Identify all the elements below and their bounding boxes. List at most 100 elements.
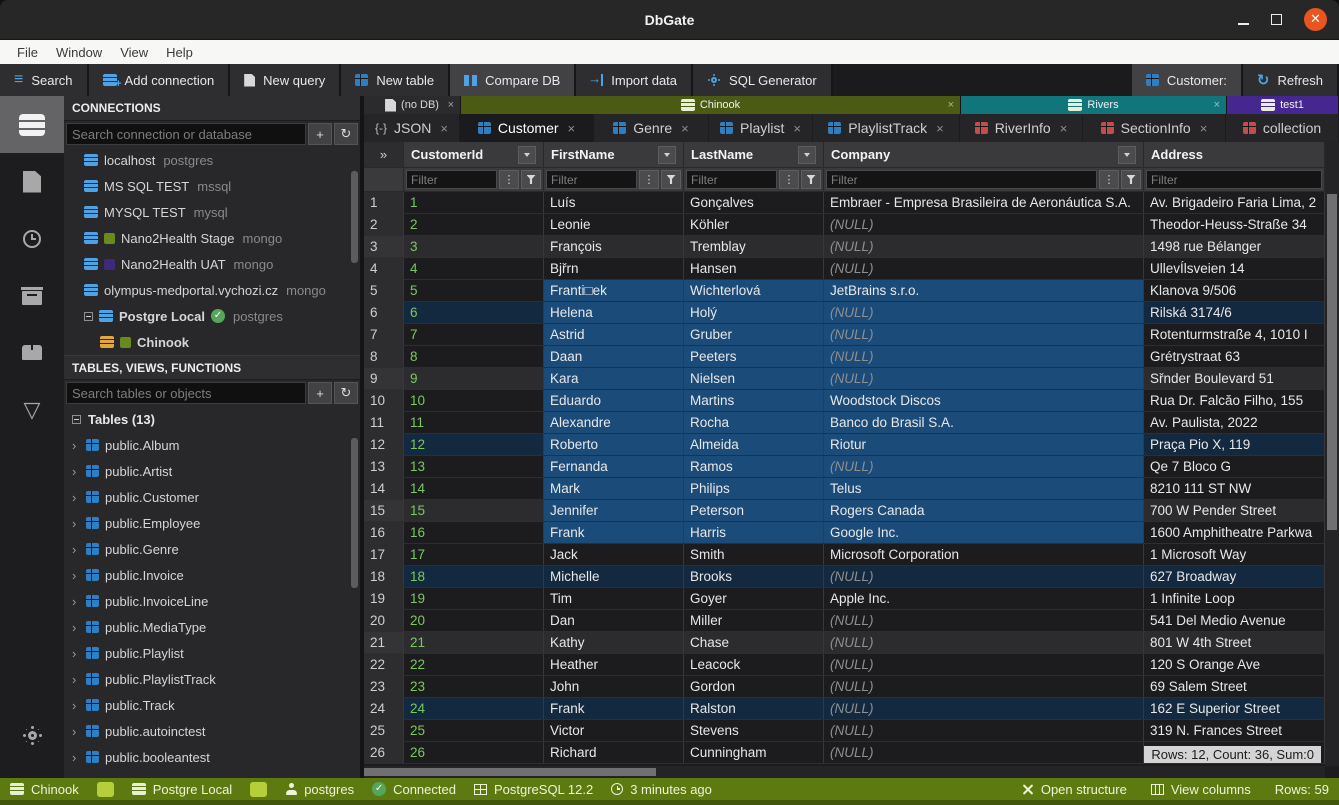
table-item[interactable]: › public.autoinctest xyxy=(64,718,360,744)
close-tab-icon[interactable]: × xyxy=(1060,121,1068,136)
vertical-scrollbar[interactable] xyxy=(1325,142,1339,766)
tab[interactable]: Genre × xyxy=(594,114,709,142)
cell-address[interactable]: 627 Broadway xyxy=(1144,566,1325,587)
row-number[interactable]: 6 xyxy=(364,302,404,323)
connection-item[interactable]: localhost postgres xyxy=(64,147,360,173)
cell-firstname[interactable]: John xyxy=(544,676,684,697)
row-number[interactable]: 17 xyxy=(364,544,404,565)
cell-customerid[interactable]: 22 xyxy=(404,654,544,675)
statusbar-item[interactable] xyxy=(97,782,114,797)
activity-bar-item[interactable] xyxy=(0,153,64,210)
cell-lastname[interactable]: Peterson xyxy=(684,500,824,521)
close-tab-icon[interactable]: × xyxy=(440,121,448,136)
activity-bar-item[interactable] xyxy=(0,210,64,267)
cell-firstname[interactable]: Frank xyxy=(544,698,684,719)
row-number[interactable]: 8 xyxy=(364,346,404,367)
cell-customerid[interactable]: 26 xyxy=(404,742,544,763)
cell-address[interactable]: 319 N. Frances Street xyxy=(1144,720,1325,741)
activity-bar-item[interactable] xyxy=(0,267,64,324)
menu-item[interactable]: View xyxy=(111,45,157,60)
statusbar-item[interactable]: Postgre Local xyxy=(132,782,233,797)
cell-firstname[interactable]: Alexandre xyxy=(544,412,684,433)
cell-lastname[interactable]: Gruber xyxy=(684,324,824,345)
cell-address[interactable]: 69 Salem Street xyxy=(1144,676,1325,697)
statusbar-right-item[interactable]: View columns xyxy=(1151,782,1251,797)
cell-firstname[interactable]: Eduardo xyxy=(544,390,684,411)
tab-group[interactable]: test1 xyxy=(1227,96,1339,114)
cell-firstname[interactable]: Bjřrn xyxy=(544,258,684,279)
cell-company[interactable]: Google Inc. xyxy=(824,522,1144,543)
cell-address[interactable]: Rotenturmstraße 4, 1010 I xyxy=(1144,324,1325,345)
cell-address[interactable]: 1 Infinite Loop xyxy=(1144,588,1325,609)
column-header-customerid[interactable]: CustomerId xyxy=(404,142,544,168)
cell-lastname[interactable]: Miller xyxy=(684,610,824,631)
cell-firstname[interactable]: Kara xyxy=(544,368,684,389)
cell-lastname[interactable]: Brooks xyxy=(684,566,824,587)
connection-item[interactable]: Nano2Health UAT mongo xyxy=(64,251,360,277)
cell-lastname[interactable]: Hansen xyxy=(684,258,824,279)
toolbar-button[interactable]: SQL Generator xyxy=(693,64,833,96)
cell-company[interactable]: (NULL) xyxy=(824,456,1144,477)
cell-company[interactable]: Apple Inc. xyxy=(824,588,1144,609)
cell-address[interactable]: Grétrystraat 63 xyxy=(1144,346,1325,367)
filter-input-lastname[interactable] xyxy=(686,170,777,189)
cell-address[interactable]: 541 Del Medio Avenue xyxy=(1144,610,1325,631)
toolbar-right-button[interactable]: ↻ Refresh xyxy=(1243,64,1339,96)
cell-customerid[interactable]: 7 xyxy=(404,324,544,345)
column-header-address[interactable]: Address xyxy=(1144,142,1325,168)
connections-search-input[interactable] xyxy=(66,123,306,145)
cell-customerid[interactable]: 8 xyxy=(404,346,544,367)
cell-company[interactable]: (NULL) xyxy=(824,654,1144,675)
table-item[interactable]: › public.InvoiceLine xyxy=(64,588,360,614)
collapse-icon[interactable] xyxy=(72,415,81,424)
chevron-right-icon[interactable]: › xyxy=(72,438,80,453)
cell-lastname[interactable]: Köhler xyxy=(684,214,824,235)
activity-bar-item[interactable] xyxy=(0,324,64,381)
column-dropdown-icon[interactable] xyxy=(658,146,676,164)
activity-bar-item[interactable] xyxy=(0,96,64,153)
cell-firstname[interactable]: François xyxy=(544,236,684,257)
expand-all-icon[interactable]: » xyxy=(364,142,404,168)
filter-input-customerid[interactable] xyxy=(406,170,497,189)
cell-lastname[interactable]: Holý xyxy=(684,302,824,323)
row-number[interactable]: 15 xyxy=(364,500,404,521)
chevron-right-icon[interactable]: › xyxy=(72,646,80,661)
cell-address[interactable]: 8210 111 ST NW xyxy=(1144,478,1325,499)
cell-firstname[interactable]: Helena xyxy=(544,302,684,323)
cell-customerid[interactable]: 17 xyxy=(404,544,544,565)
row-number[interactable]: 4 xyxy=(364,258,404,279)
cell-customerid[interactable]: 1 xyxy=(404,192,544,213)
chevron-right-icon[interactable]: › xyxy=(72,724,80,739)
cell-company[interactable]: JetBrains s.r.o. xyxy=(824,280,1144,301)
cell-company[interactable]: Rogers Canada xyxy=(824,500,1144,521)
cell-company[interactable]: (NULL) xyxy=(824,258,1144,279)
row-number[interactable]: 21 xyxy=(364,632,404,653)
cell-customerid[interactable]: 20 xyxy=(404,610,544,631)
filter-funnel-icon[interactable] xyxy=(801,170,821,189)
cell-address[interactable]: Sřnder Boulevard 51 xyxy=(1144,368,1325,389)
statusbar-item[interactable]: PostgreSQL 12.2 xyxy=(474,782,593,797)
cell-lastname[interactable]: Harris xyxy=(684,522,824,543)
cell-customerid[interactable]: 23 xyxy=(404,676,544,697)
close-group-icon[interactable]: × xyxy=(948,99,954,111)
cell-company[interactable]: Microsoft Corporation xyxy=(824,544,1144,565)
cell-address[interactable]: 1 Microsoft Way xyxy=(1144,544,1325,565)
cell-company[interactable]: (NULL) xyxy=(824,324,1144,345)
settings-button[interactable] xyxy=(0,707,64,764)
table-item[interactable]: › public.Employee xyxy=(64,510,360,536)
filter-funnel-icon[interactable] xyxy=(521,170,541,189)
cell-company[interactable]: (NULL) xyxy=(824,302,1144,323)
cell-address[interactable]: Theodor-Heuss-Straße 34 xyxy=(1144,214,1325,235)
cell-customerid[interactable]: 5 xyxy=(404,280,544,301)
cell-customerid[interactable]: 16 xyxy=(404,522,544,543)
cell-lastname[interactable]: Ramos xyxy=(684,456,824,477)
close-tab-icon[interactable]: × xyxy=(568,121,576,136)
tab[interactable]: {-} JSON × xyxy=(364,114,460,142)
chevron-right-icon[interactable]: › xyxy=(72,464,80,479)
cell-customerid[interactable]: 25 xyxy=(404,720,544,741)
toolbar-button[interactable]: Add connection xyxy=(89,64,231,96)
cell-address[interactable]: Praça Pio X, 119 xyxy=(1144,434,1325,455)
cell-address[interactable]: Rua Dr. Falcăo Filho, 155 xyxy=(1144,390,1325,411)
toolbar-right-button[interactable]: Customer: xyxy=(1132,64,1243,96)
cell-address[interactable]: Rilská 3174/6 xyxy=(1144,302,1325,323)
